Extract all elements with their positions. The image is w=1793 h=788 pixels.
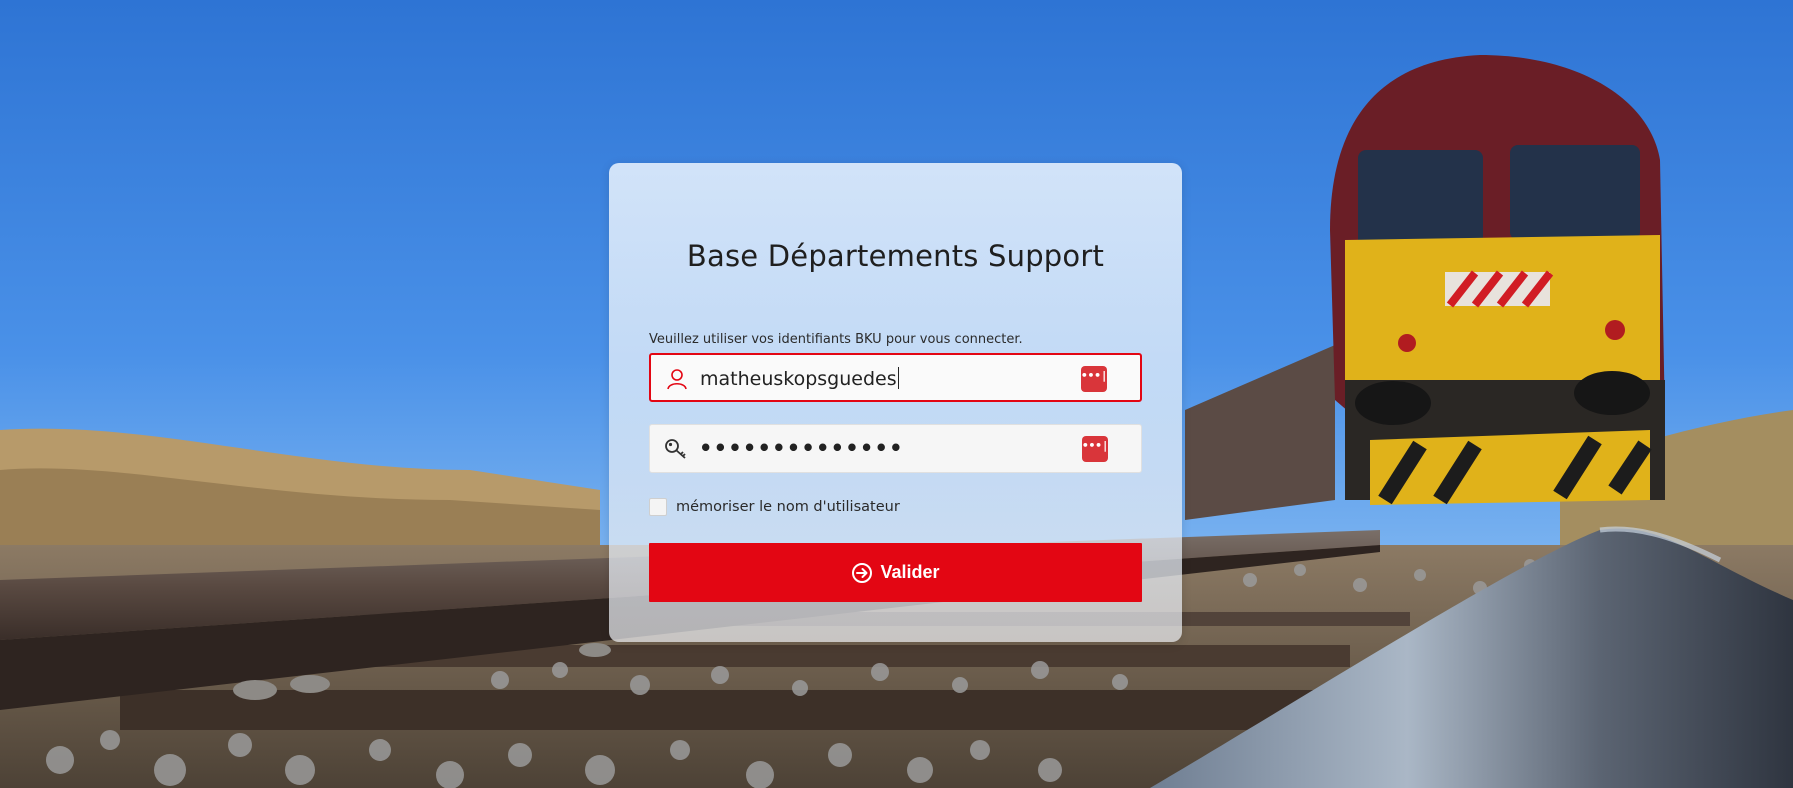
arrow-circle-right-icon bbox=[851, 562, 873, 584]
key-icon bbox=[664, 438, 688, 460]
submit-button[interactable]: Valider bbox=[649, 543, 1142, 602]
password-manager-icon[interactable]: •••| bbox=[1082, 436, 1109, 462]
user-icon bbox=[665, 368, 689, 390]
page-title: Base Départements Support bbox=[686, 239, 1105, 273]
text-caret bbox=[897, 367, 899, 389]
username-field[interactable]: matheuskopsguedes •••| bbox=[649, 353, 1142, 402]
login-hint: Veuillez utiliser vos identifiants BKU p… bbox=[649, 332, 1023, 347]
remember-label[interactable]: mémoriser le nom d'utilisateur bbox=[676, 499, 900, 515]
password-field[interactable]: •••••••••••••• •••| bbox=[649, 424, 1142, 473]
username-value: matheuskopsguedes bbox=[700, 368, 897, 390]
login-card: Base Départements Support Veuillez utili… bbox=[609, 163, 1182, 642]
submit-label: Valider bbox=[880, 562, 940, 582]
remember-checkbox[interactable] bbox=[649, 498, 667, 516]
password-value: •••••••••••••• bbox=[699, 436, 904, 460]
password-manager-icon[interactable]: •••| bbox=[1081, 366, 1108, 392]
